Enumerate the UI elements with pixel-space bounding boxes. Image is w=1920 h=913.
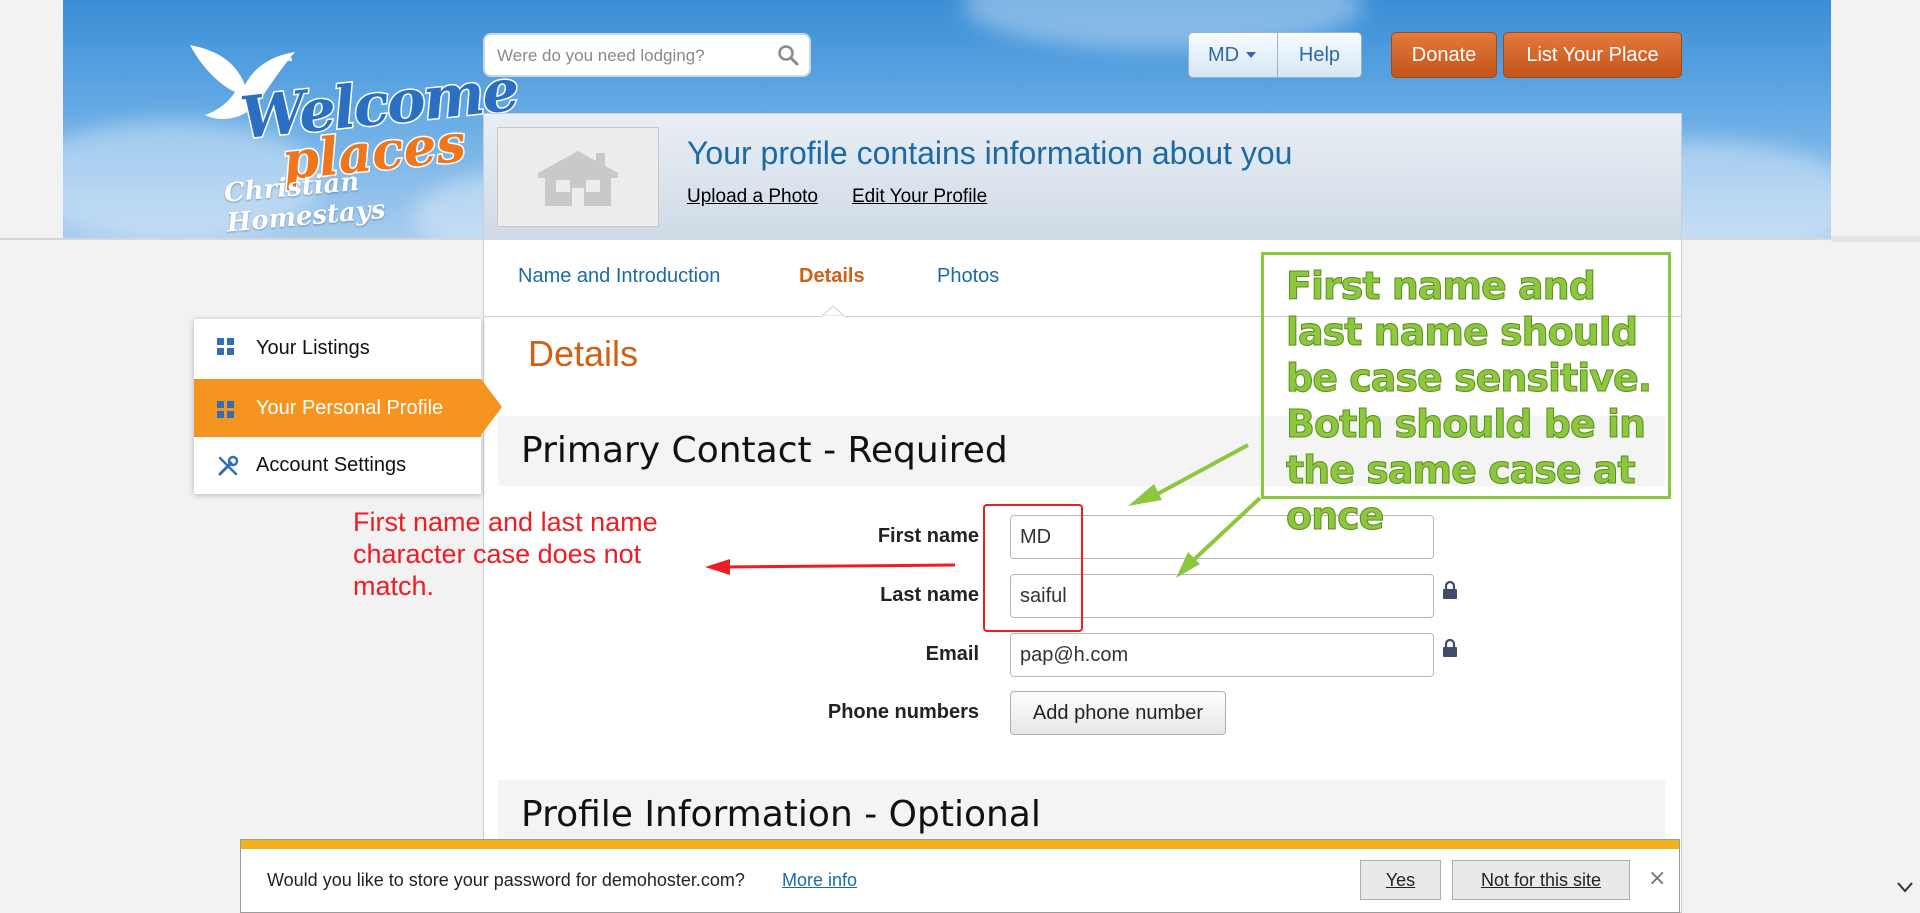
- email-label: Email: [925, 643, 979, 665]
- first-name-label: First name: [877, 525, 979, 547]
- add-phone-number-button[interactable]: Add phone number: [1010, 691, 1226, 735]
- annotation-red-box: [983, 504, 1083, 632]
- annotation-red-note: First name and last name character case …: [353, 507, 658, 601]
- house-icon: [538, 151, 618, 206]
- upload-photo-link[interactable]: Upload a Photo: [687, 186, 818, 208]
- tab-name-and-introduction[interactable]: Name and Introduction: [518, 265, 720, 288]
- user-menu-label: MD: [1207, 43, 1240, 66]
- edit-profile-link[interactable]: Edit Your Profile: [852, 186, 987, 208]
- grid-icon: [217, 401, 234, 418]
- search-box: [483, 33, 811, 77]
- save-password-message: Would you like to store your password fo…: [267, 870, 745, 890]
- profile-header: [484, 114, 1681, 240]
- lock-icon: [1443, 638, 1457, 657]
- save-password-yes-button[interactable]: Yes: [1360, 860, 1441, 900]
- site-logo[interactable]: Welcome places Christian Homestays: [170, 30, 522, 239]
- close-icon[interactable]: ×: [1648, 866, 1666, 891]
- profile-photo-placeholder[interactable]: [497, 127, 659, 227]
- tab-details[interactable]: Details: [799, 265, 865, 288]
- user-menu-button[interactable]: MD: [1188, 32, 1278, 78]
- sidebar-item-your-personal-profile[interactable]: Your Personal Profile: [194, 379, 481, 437]
- profile-information-title: Profile Information - Optional: [521, 794, 1041, 835]
- caret-down-icon: [1246, 52, 1257, 58]
- list-your-place-button[interactable]: List Your Place: [1503, 32, 1682, 78]
- help-button[interactable]: Help: [1277, 32, 1362, 78]
- more-info-link[interactable]: More info: [782, 870, 857, 891]
- email-field[interactable]: pap@h.com: [1010, 633, 1434, 677]
- tab-photos[interactable]: Photos: [937, 265, 999, 288]
- annotation-red-arrow: [705, 559, 956, 575]
- annotation-green-note: First name and last name should be case …: [1286, 264, 1653, 539]
- sidebar-item-label: Your Listings: [256, 336, 370, 359]
- header-divider-edge: [1831, 236, 1920, 242]
- annotation-green-arrows: [1128, 443, 1262, 578]
- sidebar-item-your-listings[interactable]: Your Listings: [194, 319, 481, 377]
- grid-icon: [217, 338, 234, 355]
- sidebar-item-account-settings[interactable]: Account Settings: [194, 436, 481, 494]
- primary-contact-title: Primary Contact - Required: [521, 430, 1008, 471]
- not-for-this-site-button[interactable]: Not for this site: [1452, 860, 1630, 900]
- yes-label: Yes: [1385, 869, 1416, 890]
- search-input[interactable]: [495, 35, 769, 77]
- tools-icon: [218, 455, 239, 476]
- active-sidebar-arrow: [481, 379, 502, 435]
- active-tab-caret: [822, 305, 844, 327]
- not-for-this-site-label: Not for this site: [1480, 869, 1602, 890]
- donate-button[interactable]: Donate: [1391, 32, 1497, 78]
- profile-title: Your profile contains information about …: [687, 135, 1293, 171]
- save-password-stripe: [241, 840, 1679, 849]
- scroll-down-icon[interactable]: [1896, 880, 1914, 894]
- phone-numbers-label: Phone numbers: [827, 701, 979, 723]
- last-name-label: Last name: [880, 584, 979, 606]
- details-heading: Details: [528, 333, 639, 374]
- lock-icon: [1443, 580, 1457, 599]
- account-sidebar: Your Listings Your Personal Profile Acco…: [194, 319, 481, 494]
- sidebar-item-label: Your Personal Profile: [256, 396, 444, 419]
- search-icon[interactable]: [777, 44, 799, 66]
- sidebar-item-label: Account Settings: [256, 453, 407, 476]
